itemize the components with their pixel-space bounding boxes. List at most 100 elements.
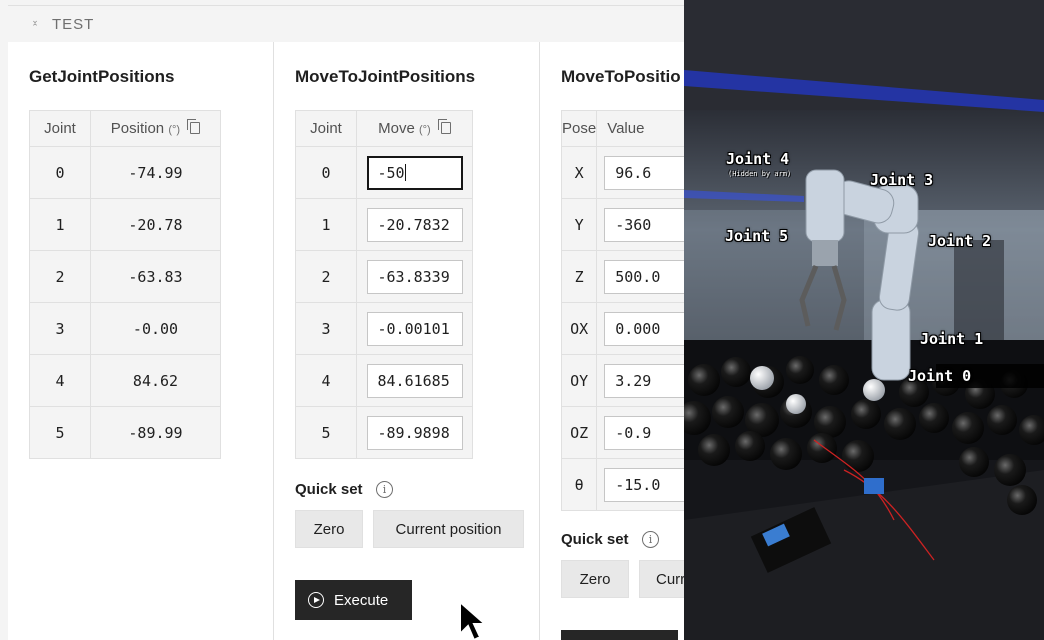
table-row: 4 84.62	[29, 354, 221, 407]
joint-index: 0	[29, 146, 91, 199]
get-joint-positions-table: Joint Position (°) 0 -74.99 1 -20.78 2 -63.…	[29, 110, 221, 459]
pose-label: θ	[560, 458, 598, 511]
joint-5-label: Joint 5	[725, 227, 789, 245]
column-header-move: Move (°)	[356, 110, 473, 147]
column-header-joint: Joint	[295, 110, 357, 147]
column-header-value: Value	[596, 110, 684, 147]
joint-index: 5	[29, 406, 91, 459]
table-row: 5 -89.9898	[295, 406, 473, 459]
joint-4-label: Joint 4	[726, 150, 790, 168]
joint-5-input[interactable]: -89.9898	[366, 415, 463, 450]
joint-3-input[interactable]: -0.00101	[366, 311, 463, 346]
text-caret	[404, 163, 406, 181]
joint-index: 0	[295, 146, 357, 199]
table-row: θ -15.0	[560, 458, 684, 511]
joint-2-input[interactable]: -63.8339	[366, 259, 463, 294]
joint-0-label: Joint 0	[908, 367, 972, 385]
zero-button[interactable]: Zero	[561, 560, 629, 598]
column-header-pose: Pose	[560, 110, 598, 147]
pose-x-input[interactable]: 96.6	[604, 155, 684, 190]
move-to-joint-positions-table: Joint Move (°) 0 -50 1 -20.7832 2 -63.8339 …	[295, 110, 473, 459]
table-row: OY 3.29	[560, 354, 684, 407]
pose-label: OY	[560, 354, 598, 407]
info-icon[interactable]: i	[642, 531, 659, 548]
pose-z-input[interactable]: 500.0	[604, 259, 684, 294]
info-icon[interactable]: i	[376, 481, 393, 498]
joint-4-input[interactable]: 84.61685	[366, 363, 463, 398]
get-joint-positions-panel: GetJointPositions Joint Position (°) 0 -7…	[8, 42, 274, 640]
robot-camera-view: Joint 4 (Hidden by arm) Joint 3 Joint 5 …	[684, 0, 1044, 640]
joint-4-note: (Hidden by arm)	[728, 170, 792, 178]
zero-button[interactable]: Zero	[295, 510, 363, 548]
pose-theta-input[interactable]: -15.0	[604, 467, 684, 502]
table-row: 1 -20.7832	[295, 198, 473, 251]
joint-index: 5	[295, 406, 357, 459]
table-row: Y -360	[560, 198, 684, 251]
copy-icon[interactable]	[187, 119, 201, 134]
joint-index: 1	[29, 198, 91, 251]
table-row: Z 500.0	[560, 250, 684, 303]
joint-1-label: Joint 1	[920, 330, 984, 348]
mouse-cursor-icon	[459, 600, 488, 640]
unit-label: (°)	[168, 124, 181, 136]
joint-0-input-value: -50	[377, 163, 405, 182]
panel-title: MoveToPositio	[561, 67, 681, 86]
table-row: 2 -63.8339	[295, 250, 473, 303]
copy-icon[interactable]	[437, 119, 451, 134]
column-header-joint: Joint	[29, 110, 91, 147]
panels-container: GetJointPositions Joint Position (°) 0 -7…	[8, 42, 684, 640]
robot-arm-photo	[684, 0, 1044, 640]
joint-index: 4	[295, 354, 357, 407]
joint-position-value: -89.99	[90, 406, 221, 459]
table-row: 5 -89.99	[29, 406, 221, 459]
pose-label: OZ	[560, 406, 598, 459]
joint-1-input[interactable]: -20.7832	[366, 207, 463, 242]
current-position-button[interactable]: Current position	[373, 510, 524, 548]
joint-3-label: Joint 3	[870, 171, 934, 189]
column-header-position-label: Position	[110, 120, 165, 137]
table-row: 3 -0.00	[29, 302, 221, 355]
section-header[interactable]: ⌄ ⌃ TEST	[8, 5, 684, 43]
joint-index: 3	[29, 302, 91, 355]
table-row: OX 0.000	[560, 302, 684, 355]
table-row: OZ -0.9	[560, 406, 684, 459]
joint-index: 1	[295, 198, 357, 251]
pose-y-input[interactable]: -360	[604, 207, 684, 242]
table-row: 3 -0.00101	[295, 302, 473, 355]
quick-set-label: Quick set	[295, 481, 363, 498]
table-row: 1 -20.78	[29, 198, 221, 251]
column-header-move-label: Move	[378, 120, 415, 137]
control-ui: ⌄ ⌃ TEST GetJointPositions Joint Position…	[0, 0, 684, 640]
joint-position-value: -0.00	[90, 302, 221, 355]
joint-position-value: -74.99	[90, 146, 221, 199]
quick-set-label: Quick set	[561, 531, 629, 548]
pose-oz-input[interactable]: -0.9	[604, 415, 684, 450]
table-row: 0 -74.99	[29, 146, 221, 199]
execute-button[interactable]	[561, 630, 678, 640]
section-title: TEST	[52, 15, 95, 33]
current-position-button[interactable]: Curr	[639, 560, 684, 598]
table-row: 2 -63.83	[29, 250, 221, 303]
move-to-position-panel: MoveToPositio Pose Value X 96.6 Y -360 Z 50…	[540, 42, 684, 640]
table-row: 4 84.61685	[295, 354, 473, 407]
pose-label: X	[560, 146, 598, 199]
pose-label: Y	[560, 198, 598, 251]
pose-oy-input[interactable]: 3.29	[604, 363, 684, 398]
table-row: 0 -50	[295, 146, 473, 199]
move-to-joint-positions-panel: MoveToJointPositions Joint Move (°) 0 -50…	[274, 42, 540, 640]
joint-index: 2	[295, 250, 357, 303]
execute-button[interactable]: Execute	[295, 580, 412, 620]
table-row: X 96.6	[560, 146, 684, 199]
joint-0-input[interactable]: -50	[366, 155, 463, 190]
joint-position-value: -20.78	[90, 198, 221, 251]
joint-index: 2	[29, 250, 91, 303]
joint-index: 4	[29, 354, 91, 407]
panel-title: MoveToJointPositions	[295, 67, 476, 86]
execute-label: Execute	[334, 591, 389, 609]
move-to-position-table: Pose Value X 96.6 Y -360 Z 500.0 OX 0.000 OY…	[560, 110, 684, 511]
collapse-icon[interactable]: ⌄ ⌃	[28, 14, 42, 34]
unit-label: (°)	[418, 124, 431, 136]
pose-ox-input[interactable]: 0.000	[604, 311, 684, 346]
joint-index: 3	[295, 302, 357, 355]
pose-label: OX	[560, 302, 598, 355]
